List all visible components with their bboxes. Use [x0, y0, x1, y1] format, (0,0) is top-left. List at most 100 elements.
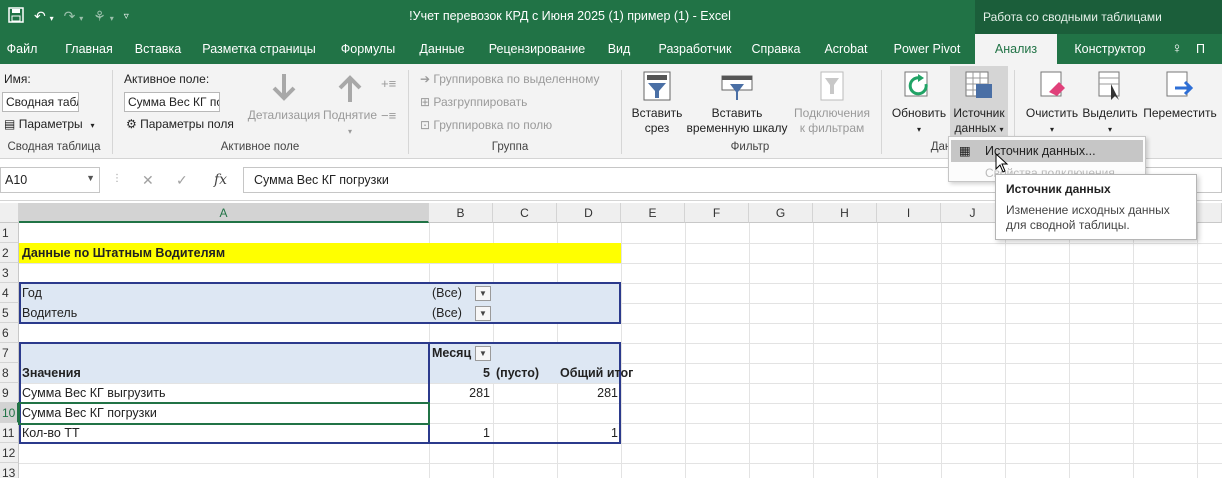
select-all-corner[interactable]	[0, 203, 19, 223]
gridline	[749, 223, 750, 478]
filter-dropdown-year-icon[interactable]: ▼	[475, 286, 491, 301]
group-selection-button[interactable]: ➔ Группировка по выделенному	[420, 72, 599, 86]
row-header[interactable]: 4	[0, 283, 19, 303]
data-source-icon: ▦	[959, 144, 971, 158]
cell-c8[interactable]: (пусто)	[493, 363, 557, 383]
row-header[interactable]: 7	[0, 343, 19, 363]
tooltip-data-source: Источник данных Изменение исходных данны…	[995, 174, 1197, 240]
cell-d8[interactable]: Общий итог	[557, 363, 647, 383]
gridline	[19, 463, 1222, 464]
column-header-d[interactable]: D	[557, 203, 621, 223]
cell-b9[interactable]: 281	[429, 383, 493, 403]
column-header-b[interactable]: B	[429, 203, 493, 223]
insert-timeline-button[interactable]: Вставить временную шкалу	[684, 70, 790, 136]
tab-view[interactable]: Вид	[600, 34, 638, 64]
column-header-e[interactable]: E	[621, 203, 685, 223]
cell-a5[interactable]: Водитель	[19, 303, 427, 323]
tab-developer[interactable]: Разработчик	[646, 34, 744, 64]
cell-a11[interactable]: Кол-во ТТ	[19, 423, 427, 443]
drill-down-button[interactable]: Детализация	[246, 72, 322, 123]
column-header-g[interactable]: G	[749, 203, 813, 223]
ungroup-button[interactable]: ⊞ Разгруппировать	[420, 95, 527, 109]
tab-acrobat[interactable]: Acrobat	[816, 34, 876, 64]
row-header[interactable]: 1	[0, 223, 19, 243]
row-header[interactable]: 3	[0, 263, 19, 283]
cell-b11[interactable]: 1	[429, 423, 493, 443]
active-cell-selection[interactable]	[18, 402, 430, 425]
ribbon-tabs: Файл Главная Вставка Разметка страницы Ф…	[0, 34, 1222, 65]
cancel-icon[interactable]: ✕	[142, 172, 154, 189]
move-pivot-button[interactable]: Переместить	[1138, 70, 1222, 121]
tab-power-pivot[interactable]: Power Pivot	[886, 34, 968, 64]
enter-icon[interactable]: ✓	[176, 172, 188, 189]
filter-connections-button[interactable]: Подключения к фильтрам	[788, 70, 876, 136]
column-header-a[interactable]: A	[19, 203, 429, 223]
group-label-active-field: Активное поле	[220, 141, 300, 153]
tooltip-title: Источник данных	[1006, 182, 1111, 196]
tab-analyze[interactable]: Анализ	[975, 34, 1057, 65]
cell-b8[interactable]: 5	[429, 363, 493, 383]
row-header[interactable]: 13	[0, 463, 19, 478]
filter-dropdown-driver-icon[interactable]: ▼	[475, 306, 491, 321]
filter-dropdown-month-icon[interactable]: ▼	[475, 346, 491, 361]
row-header[interactable]: 5	[0, 303, 19, 323]
worksheet-grid[interactable]: A B C D E F G H I J 1 2 3 4 5 6 7 8 9 10…	[0, 203, 1222, 478]
field-settings-button[interactable]: ⚙ Параметры поля	[126, 117, 234, 131]
group-field-button[interactable]: ⊡ Группировка по полю	[420, 118, 552, 132]
group-field-icon: ⊡	[420, 118, 431, 132]
cell-a9[interactable]: Сумма Вес КГ выгрузить	[19, 383, 427, 403]
tell-me-label[interactable]: П	[1196, 34, 1222, 64]
cell-a8[interactable]: Значения	[19, 363, 427, 383]
row-header[interactable]: 9	[0, 383, 19, 403]
gridline	[685, 223, 686, 478]
column-header-f[interactable]: F	[685, 203, 749, 223]
row-header[interactable]: 6	[0, 323, 19, 343]
change-data-source-button[interactable]: Источник данных ▾	[950, 66, 1008, 136]
column-header-i[interactable]: I	[877, 203, 941, 223]
gridline	[19, 263, 1222, 264]
menu-item-change-data-source[interactable]: ▦ Источник данных...	[951, 140, 1143, 162]
chevron-down-icon: ▾	[347, 127, 352, 136]
collapse-field-icon[interactable]: −≡	[381, 108, 396, 123]
options-icon: ▤	[4, 117, 16, 131]
slicer-icon	[643, 71, 671, 101]
drill-up-button[interactable]: Поднятие ▾	[320, 72, 380, 139]
tell-me-icon[interactable]: ♀	[1166, 34, 1188, 64]
column-header-h[interactable]: H	[813, 203, 877, 223]
active-field-input[interactable]: Сумма Вес КГ по	[124, 92, 220, 112]
gridline	[1005, 223, 1006, 478]
row-header[interactable]: 11	[0, 423, 19, 443]
refresh-button[interactable]: Обновить ▾	[888, 70, 950, 137]
arrow-down-icon	[272, 74, 296, 101]
tab-data[interactable]: Данные	[412, 34, 472, 64]
cell-a4[interactable]: Год	[19, 283, 427, 303]
tab-design[interactable]: Конструктор	[1066, 34, 1154, 64]
tab-file[interactable]: Файл	[0, 34, 44, 64]
column-header-c[interactable]: C	[493, 203, 557, 223]
cell-d9[interactable]: 281	[557, 383, 621, 403]
row-header[interactable]: 12	[0, 443, 19, 463]
name-box[interactable]: A10 ▼	[0, 167, 100, 193]
row-header[interactable]: 2	[0, 243, 19, 263]
chevron-down-icon[interactable]: ▼	[86, 173, 95, 183]
clear-button[interactable]: Очистить ▾	[1022, 70, 1082, 137]
cell-a2[interactable]: Данные по Штатным Водителям	[19, 243, 619, 263]
pivot-options-button[interactable]: ▤ Параметры ▾	[4, 117, 94, 131]
pivot-name-input[interactable]: Сводная табл	[2, 92, 79, 112]
expand-field-icon[interactable]: +≡	[381, 76, 396, 91]
gridline	[877, 223, 878, 478]
tab-help[interactable]: Справка	[746, 34, 806, 64]
insert-function-icon[interactable]: fx	[214, 172, 227, 188]
field-settings-icon: ⚙	[126, 117, 137, 131]
select-button[interactable]: Выделить ▾	[1080, 70, 1140, 137]
tab-formulas[interactable]: Формулы	[332, 34, 404, 64]
tab-home[interactable]: Главная	[56, 34, 122, 64]
refresh-icon	[904, 71, 928, 97]
row-header[interactable]: 8	[0, 363, 19, 383]
tab-insert[interactable]: Вставка	[130, 34, 186, 64]
insert-slicer-button[interactable]: Вставить срез	[626, 70, 688, 136]
cell-d11[interactable]: 1	[557, 423, 621, 443]
tab-review[interactable]: Рецензирование	[482, 34, 592, 64]
tab-page-layout[interactable]: Разметка страницы	[196, 34, 322, 64]
row-header[interactable]: 10	[0, 403, 19, 423]
